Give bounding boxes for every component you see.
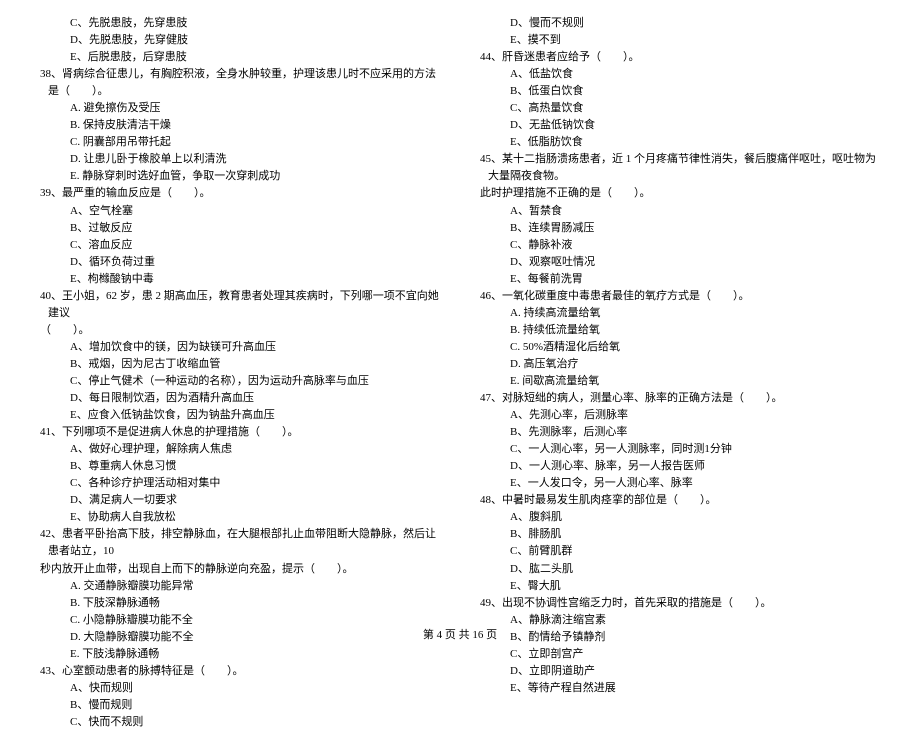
q44-option-c: C、高热量饮食 (480, 100, 880, 117)
q40-text: 40、王小姐，62 岁，患 2 期高血压，教育患者处理其疾病时，下列哪一项不宜向… (40, 288, 440, 322)
q47-option-e: E、一人发口令，另一人测心率、脉率 (480, 475, 880, 492)
q43-option-a: A、快而规则 (40, 680, 440, 697)
q38-option-a: A. 避免擦伤及受压 (40, 100, 440, 117)
q48-option-b: B、腓肠肌 (480, 526, 880, 543)
q40-option-e: E、应食入低钠盐饮食，因为钠盐升高血压 (40, 407, 440, 424)
q39-option-d: D、循环负荷过重 (40, 254, 440, 271)
q48-option-d: D、肱二头肌 (480, 561, 880, 578)
q39-option-c: C、溶血反应 (40, 237, 440, 254)
q49-option-e: E、等待产程自然进展 (480, 680, 880, 697)
q40-option-b: B、戒烟，因为尼古丁收缩血管 (40, 356, 440, 373)
q47-option-b: B、先测脉率，后测心率 (480, 424, 880, 441)
q44-text: 44、肝昏迷患者应给予（ ）。 (480, 49, 880, 66)
q45-text: 45、某十二指肠溃疡患者，近 1 个月疼痛节律性消失，餐后腹痛伴呕吐，呕吐物为大… (480, 151, 880, 185)
q43-option-e: E、摸不到 (480, 32, 880, 49)
q46-option-e: E. 间歇高流量给氧 (480, 373, 880, 390)
q45-option-c: C、静脉补液 (480, 237, 880, 254)
q38-option-b: B. 保持皮肤清洁干燥 (40, 117, 440, 134)
q38-option-d: D. 让患儿卧于橡胶单上以利清洗 (40, 151, 440, 168)
q48-text: 48、中暑时最易发生肌肉痉挛的部位是（ ）。 (480, 492, 880, 509)
q48-option-e: E、臀大肌 (480, 578, 880, 595)
right-column: D、慢而不规则 E、摸不到 44、肝昏迷患者应给予（ ）。 A、低盐饮食 B、低… (480, 15, 880, 595)
q49-option-c: C、立即剖宫产 (480, 646, 880, 663)
q44-option-e: E、低脂肪饮食 (480, 134, 880, 151)
document-content: C、先脱患肢，先穿患肢 D、先脱患肢，先穿健肢 E、后脱患肢，后穿患肢 38、肾… (40, 15, 880, 595)
q49-option-d: D、立即阴道助产 (480, 663, 880, 680)
q38-option-e: E. 静脉穿刺时选好血管，争取一次穿刺成功 (40, 168, 440, 185)
q38-option-c: C. 阴囊部用吊带托起 (40, 134, 440, 151)
q44-option-d: D、无盐低钠饮食 (480, 117, 880, 134)
q41-option-e: E、协助病人自我放松 (40, 509, 440, 526)
q41-option-a: A、做好心理护理，解除病人焦虑 (40, 441, 440, 458)
q41-text: 41、下列哪项不是促进病人休息的护理措施（ ）。 (40, 424, 440, 441)
q46-option-a: A. 持续高流量给氧 (480, 305, 880, 322)
q47-option-a: A、先测心率，后测脉率 (480, 407, 880, 424)
q40-option-c: C、停止气健术（一种运动的名称），因为运动升高脉率与血压 (40, 373, 440, 390)
q44-option-b: B、低蛋白饮食 (480, 83, 880, 100)
q47-option-d: D、一人测心率、脉率，另一人报告医师 (480, 458, 880, 475)
q37-option-e: E、后脱患肢，后穿患肢 (40, 49, 440, 66)
left-column: C、先脱患肢，先穿患肢 D、先脱患肢，先穿健肢 E、后脱患肢，后穿患肢 38、肾… (40, 15, 440, 595)
q48-option-a: A、腹斜肌 (480, 509, 880, 526)
q41-option-d: D、满足病人一切要求 (40, 492, 440, 509)
q46-option-b: B. 持续低流量给氧 (480, 322, 880, 339)
q42-text-cont: 秒内放开止血带，出现自上而下的静脉逆向充盈，提示（ ）。 (40, 561, 440, 578)
q37-option-d: D、先脱患肢，先穿健肢 (40, 32, 440, 49)
q49-text: 49、出现不协调性宫缩乏力时，首先采取的措施是（ ）。 (480, 595, 880, 612)
q39-text: 39、最严重的输血反应是（ ）。 (40, 185, 440, 202)
q43-option-d: D、慢而不规则 (480, 15, 880, 32)
q40-text-cont: （ ）。 (40, 322, 440, 339)
q45-option-d: D、观察呕吐情况 (480, 254, 880, 271)
q46-option-c: C. 50%酒精湿化后给氧 (480, 339, 880, 356)
q43-text: 43、心室颤动患者的脉搏特征是（ ）。 (40, 663, 440, 680)
q42-text: 42、患者平卧抬高下肢，排空静脉血，在大腿根部扎止血带阻断大隐静脉，然后让患者站… (40, 526, 440, 560)
page-footer: 第 4 页 共 16 页 (0, 626, 920, 642)
q45-option-b: B、连续胃肠减压 (480, 220, 880, 237)
q42-option-e: E. 下肢浅静脉通畅 (40, 646, 440, 663)
q40-option-a: A、增加饮食中的镁，因为缺镁可升高血压 (40, 339, 440, 356)
q47-option-c: C、一人测心率，另一人测脉率，同时测1分钟 (480, 441, 880, 458)
q40-option-d: D、每日限制饮酒，因为酒精升高血压 (40, 390, 440, 407)
q39-option-a: A、空气栓塞 (40, 203, 440, 220)
q46-text: 46、一氧化碳重度中毒患者最佳的氧疗方式是（ ）。 (480, 288, 880, 305)
q45-text-cont: 此时护理措施不正确的是（ ）。 (480, 185, 880, 202)
q39-option-b: B、过敏反应 (40, 220, 440, 237)
q39-option-e: E、枸橼酸钠中毒 (40, 271, 440, 288)
q43-option-b: B、慢而规则 (40, 697, 440, 714)
q38-text: 38、肾病综合征患儿，有胸腔积液，全身水肿较重，护理该患儿时不应采用的方法是（ … (40, 66, 440, 100)
q45-option-a: A、暂禁食 (480, 203, 880, 220)
q47-text: 47、对脉短绌的病人，测量心率、脉率的正确方法是（ ）。 (480, 390, 880, 407)
q44-option-a: A、低盐饮食 (480, 66, 880, 83)
q42-option-b: B. 下肢深静脉通畅 (40, 595, 440, 612)
q48-option-c: C、前臂肌群 (480, 543, 880, 560)
q41-option-c: C、各种诊疗护理活动相对集中 (40, 475, 440, 492)
q37-option-c: C、先脱患肢，先穿患肢 (40, 15, 440, 32)
q45-option-e: E、每餐前洗胃 (480, 271, 880, 288)
q42-option-a: A. 交通静脉瓣膜功能异常 (40, 578, 440, 595)
q41-option-b: B、尊重病人休息习惯 (40, 458, 440, 475)
q43-option-c: C、快而不规则 (40, 714, 440, 731)
q46-option-d: D. 高压氧治疗 (480, 356, 880, 373)
